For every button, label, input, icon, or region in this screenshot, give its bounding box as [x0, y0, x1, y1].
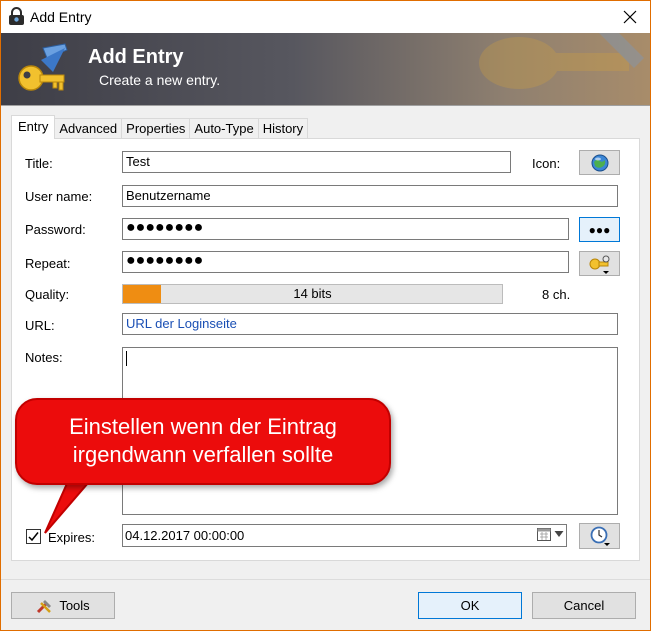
ok-button[interactable]: OK: [418, 592, 522, 619]
tab-properties[interactable]: Properties: [121, 118, 191, 139]
cancel-button-label: Cancel: [563, 598, 605, 613]
window-title: Add Entry: [30, 9, 92, 25]
password-quality-bar: 14 bits: [122, 284, 503, 304]
callout-text-line-2: irgendwann verfallen sollte: [72, 442, 334, 467]
title-bar: Add Entry: [1, 1, 650, 33]
date-picker-controls: [537, 527, 564, 541]
repeat-label: Repeat:: [25, 256, 71, 271]
callout-text-line-1: Einstellen wenn der Eintrag: [69, 414, 337, 439]
password-input[interactable]: ●●●●●●●●: [122, 218, 569, 240]
cancel-button[interactable]: Cancel: [532, 592, 636, 619]
banner-title: Add Entry: [88, 46, 184, 68]
password-label: Password:: [25, 222, 86, 237]
tab-strip: Entry Advanced Properties Auto-Type Hist…: [11, 115, 309, 139]
footer-divider: [1, 579, 650, 580]
checkmark-icon: [28, 532, 39, 542]
icon-label: Icon:: [532, 156, 561, 171]
annotation-callout: Einstellen wenn der Eintrag irgendwann v…: [15, 398, 391, 485]
url-label: URL:: [25, 318, 55, 333]
tab-entry[interactable]: Entry: [11, 115, 56, 139]
expiry-presets-button[interactable]: [579, 523, 620, 549]
add-entry-window: Add Entry Add Entry Create a new entry. …: [0, 0, 651, 631]
tools-button[interactable]: Tools: [11, 592, 115, 619]
password-quality-text: 14 bits: [293, 286, 332, 301]
username-label: User name:: [25, 189, 93, 204]
username-input[interactable]: Benutzername: [122, 185, 618, 207]
banner-divider: [1, 105, 650, 106]
expiry-datetime-value: 04.12.2017 00:00:00: [125, 528, 245, 543]
close-button[interactable]: [613, 3, 647, 31]
banner-watermark-icon: [479, 33, 644, 89]
icon-picker-button[interactable]: [579, 150, 620, 175]
expiry-datetime-input[interactable]: 04.12.2017 00:00:00: [122, 524, 567, 547]
notes-label: Notes:: [25, 350, 63, 365]
url-input[interactable]: URL der Loginseite: [122, 313, 618, 335]
repeat-password-input[interactable]: ●●●●●●●●: [122, 251, 569, 273]
key-gear-icon: [589, 255, 609, 274]
chevron-down-icon[interactable]: [554, 530, 564, 538]
banner-subtitle: Create a new entry.: [99, 72, 221, 88]
key-pen-icon: [18, 43, 68, 91]
tab-auto-type[interactable]: Auto-Type: [189, 118, 259, 139]
tab-history[interactable]: History: [257, 118, 309, 139]
tools-icon: [37, 599, 52, 613]
quality-label: Quality:: [25, 287, 70, 302]
expires-label: Expires:: [48, 530, 95, 545]
show-password-button[interactable]: ●●●: [579, 217, 620, 242]
ok-button-label: OK: [460, 598, 480, 613]
password-length-text: 8 ch.: [542, 287, 571, 302]
tab-advanced[interactable]: Advanced: [54, 118, 123, 139]
expires-checkbox[interactable]: [26, 529, 41, 544]
close-icon: [623, 10, 637, 24]
title-input[interactable]: Test: [122, 151, 511, 173]
clock-icon: [590, 526, 610, 546]
generate-password-button[interactable]: [579, 251, 620, 276]
header-banner: Add Entry Create a new entry.: [1, 33, 650, 105]
title-label: Title:: [25, 156, 53, 171]
lock-icon: [9, 7, 24, 25]
text-caret: [126, 351, 127, 366]
hide-password-dots-icon: ●●●: [588, 222, 611, 237]
globe-icon: [591, 154, 608, 171]
calendar-icon[interactable]: [537, 527, 551, 541]
tools-button-label: Tools: [59, 598, 90, 613]
